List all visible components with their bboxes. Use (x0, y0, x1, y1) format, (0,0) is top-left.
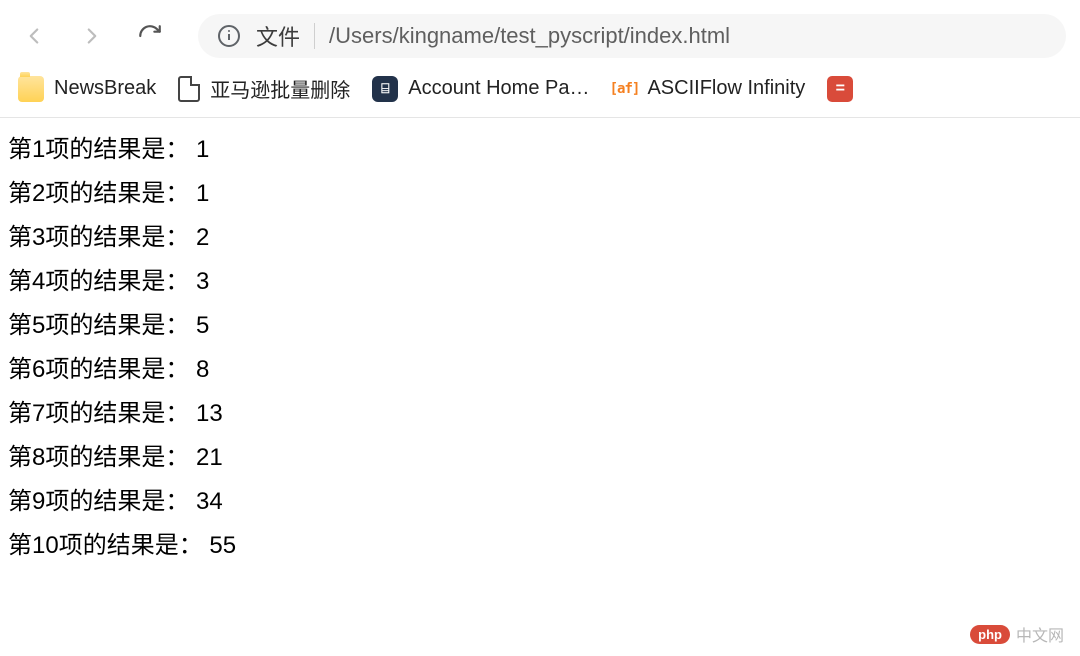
back-icon (21, 23, 47, 49)
watermark: php 中文网 (970, 622, 1064, 646)
bookmark-item[interactable]: NewsBreak (18, 76, 156, 102)
result-line: 第9项的结果是： 34 (8, 480, 1072, 524)
red-icon: = (827, 76, 853, 102)
address-divider (314, 23, 315, 49)
result-line: 第8项的结果是： 21 (8, 436, 1072, 480)
result-line: 第1项的结果是： 1 (8, 128, 1072, 172)
address-path: /Users/kingname/test_pyscript/index.html (329, 23, 730, 49)
result-line: 第4项的结果是： 3 (8, 260, 1072, 304)
bookmark-label: 亚马逊批量删除 (210, 74, 350, 103)
db-icon: ⌸ (372, 76, 398, 102)
result-line: 第10项的结果是： 55 (8, 524, 1072, 568)
reload-icon (137, 23, 163, 49)
bookmark-label: NewsBreak (54, 77, 156, 100)
watermark-badge: php (970, 625, 1010, 644)
watermark-text: 中文网 (1016, 622, 1064, 646)
af-icon: [af] (611, 76, 637, 102)
bookmark-item[interactable]: 亚马逊批量删除 (178, 74, 350, 103)
bookmarks-bar: NewsBreak 亚马逊批量删除 ⌸ Account Home Pa… [af] ASC… (14, 72, 1066, 107)
result-line: 第5项的结果是： 5 (8, 304, 1072, 348)
result-line: 第3项的结果是： 2 (8, 216, 1072, 260)
reload-button[interactable] (130, 16, 170, 56)
result-line: 第2项的结果是： 1 (8, 172, 1072, 216)
folder-icon (18, 76, 44, 102)
forward-icon (79, 23, 105, 49)
page-content: 第1项的结果是： 1第2项的结果是： 1第3项的结果是： 2第4项的结果是： 3… (0, 118, 1080, 578)
bookmark-item[interactable]: = (827, 76, 853, 102)
back-button[interactable] (14, 16, 54, 56)
file-icon (178, 76, 200, 102)
browser-chrome: 文件 /Users/kingname/test_pyscript/index.h… (0, 0, 1080, 118)
result-line: 第6项的结果是： 8 (8, 348, 1072, 392)
bookmark-label: Account Home Pa… (408, 77, 589, 100)
result-line: 第7项的结果是： 13 (8, 392, 1072, 436)
nav-row: 文件 /Users/kingname/test_pyscript/index.h… (14, 8, 1066, 72)
bookmark-label: ASCIIFlow Infinity (647, 77, 805, 100)
bookmark-item[interactable]: [af] ASCIIFlow Infinity (611, 76, 805, 102)
forward-button[interactable] (72, 16, 112, 56)
address-bar[interactable]: 文件 /Users/kingname/test_pyscript/index.h… (198, 14, 1066, 58)
bookmark-item[interactable]: ⌸ Account Home Pa… (372, 76, 589, 102)
info-icon[interactable] (216, 23, 242, 49)
address-file-label: 文件 (256, 20, 300, 52)
